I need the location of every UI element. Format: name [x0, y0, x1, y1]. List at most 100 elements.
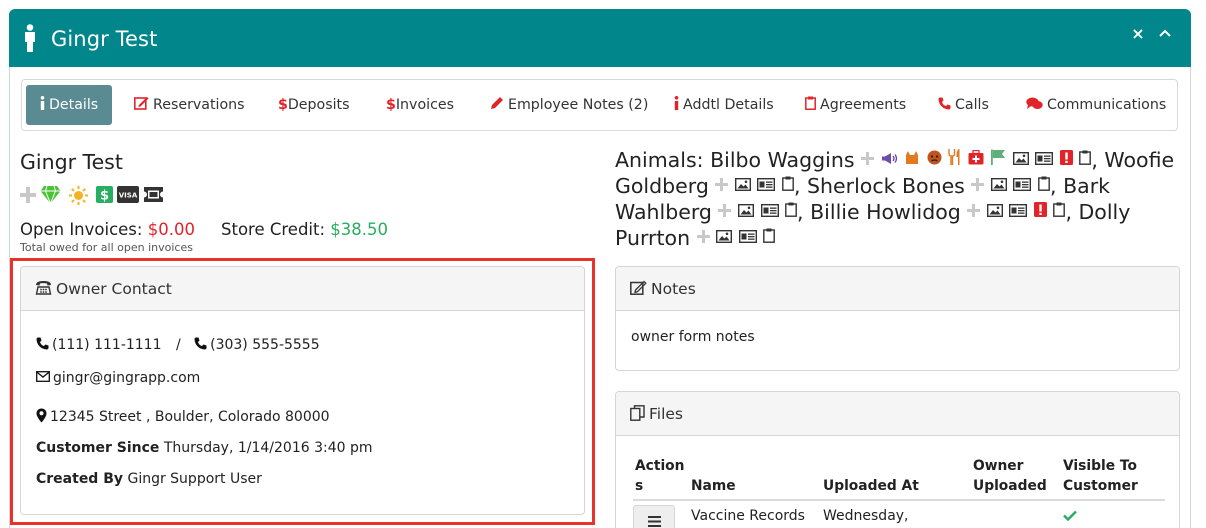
alert-icon: [1059, 150, 1073, 166]
clipboard-icon: [782, 176, 794, 191]
plus-icon[interactable]: [861, 152, 875, 166]
dollar-icon: $: [386, 97, 396, 113]
check-icon: [1063, 510, 1077, 521]
fork-knife-icon: [948, 149, 960, 166]
notes-panel: Notes owner form notes: [615, 266, 1180, 371]
animal-name[interactable]: Billie Howlidog: [810, 200, 961, 224]
animal-icons: [971, 172, 1050, 198]
image-icon: [986, 203, 1003, 217]
flag-icon: [991, 149, 1006, 166]
angry-face-icon: [927, 150, 942, 165]
info-icon: [674, 96, 679, 110]
tab-invoices[interactable]: $Invoices: [386, 85, 454, 125]
id-card-icon: [760, 203, 779, 217]
visa-icon: VISA: [117, 186, 139, 203]
column-header-owner-uploaded[interactable]: Owner Uploaded: [973, 456, 1053, 496]
tab-employee-notes[interactable]: Employee Notes (2): [490, 85, 648, 125]
image-icon: [734, 177, 751, 191]
plus-icon[interactable]: [967, 203, 981, 217]
info-icon: [40, 96, 45, 110]
animal-name[interactable]: Bilbo Waggins: [710, 148, 854, 172]
window-header: Gingr Test ×: [9, 9, 1191, 67]
animal-name[interactable]: Sherlock Bones: [807, 174, 965, 198]
clipboard-icon: [785, 202, 797, 217]
plus-icon[interactable]: [718, 203, 732, 217]
image-icon: [737, 203, 754, 217]
svg-text:$: $: [100, 189, 109, 204]
page-title: Gingr Test: [51, 27, 158, 51]
highlight-box: [10, 258, 595, 525]
owner-name: Gingr Test: [20, 150, 123, 174]
files-panel: Files Action s Name Uploaded At Owner Up…: [615, 391, 1180, 528]
animal-icons: [861, 146, 1092, 172]
files-header: Files: [616, 392, 1179, 436]
alert-icon: [1033, 201, 1047, 217]
animal-icons: [967, 198, 1066, 224]
edit-icon: [630, 280, 647, 295]
plus-icon[interactable]: [715, 177, 729, 191]
tab-bar: Details Reservations $Deposits $Invoices…: [21, 79, 1178, 131]
notes-title: Notes: [630, 280, 696, 298]
id-card-icon: [1013, 177, 1032, 191]
megaphone-icon: [881, 153, 897, 165]
tab-addtl-details[interactable]: Addtl Details: [674, 85, 774, 125]
tab-details[interactable]: Details: [26, 85, 113, 125]
svg-text:VISA: VISA: [119, 192, 138, 200]
column-header-uploaded-at[interactable]: Uploaded At: [823, 476, 919, 496]
sun-icon: [69, 186, 88, 205]
tab-reservations[interactable]: Reservations: [134, 85, 245, 125]
id-card-icon: [1009, 203, 1028, 217]
image-icon: [1012, 152, 1029, 166]
image-icon: [990, 177, 1007, 191]
column-header-actions[interactable]: Action s: [635, 456, 685, 496]
plus-icon[interactable]: [20, 187, 36, 203]
notes-header: Notes: [616, 267, 1179, 311]
files-icon: [630, 404, 645, 421]
animal-icons: [715, 172, 794, 198]
plus-icon[interactable]: [971, 177, 985, 191]
tab-agreements[interactable]: Agreements: [805, 85, 906, 125]
hamburger-icon: [648, 516, 661, 527]
open-invoices: Open Invoices: $0.00: [20, 220, 195, 239]
dollar-badge-icon: $: [96, 186, 113, 203]
clipboard-icon: [805, 96, 816, 110]
row-actions-button[interactable]: [633, 505, 675, 528]
person-icon: [25, 24, 35, 52]
medical-kit-icon: [968, 149, 984, 165]
store-credit-value: $38.50: [330, 220, 389, 239]
chat-icon: [1026, 97, 1043, 109]
id-card-icon: [738, 229, 757, 243]
phone-icon: [938, 97, 951, 109]
column-header-visible-to-customer[interactable]: Visible To Customer: [1063, 456, 1153, 496]
pencil-icon: [491, 97, 503, 109]
tab-deposits[interactable]: $Deposits: [278, 85, 350, 125]
clipboard-icon: [763, 228, 776, 243]
store-credit: Store Credit: $38.50: [221, 220, 389, 239]
image-icon: [716, 229, 733, 243]
notes-text: owner form notes: [631, 329, 755, 345]
animal-icons: [718, 198, 797, 224]
ticket-icon: [144, 187, 163, 202]
tab-communications[interactable]: Communications: [1026, 85, 1166, 125]
animals-list: Animals: Bilbo Waggins , Woofie Goldberg…: [615, 146, 1175, 250]
close-icon[interactable]: ×: [1130, 25, 1146, 43]
diamond-icon: [40, 185, 61, 204]
column-header-name[interactable]: Name: [691, 476, 736, 496]
file-name[interactable]: Vaccine Records: [691, 508, 805, 524]
tab-calls[interactable]: Calls: [938, 85, 989, 125]
animal-icons: [696, 224, 776, 250]
files-title: Files: [630, 404, 683, 423]
id-card-icon: [757, 177, 776, 191]
id-card-icon: [1035, 152, 1054, 166]
open-invoices-value: $0.00: [147, 220, 195, 239]
file-uploaded-at: Wednesday,: [823, 508, 909, 524]
edit-icon: [134, 97, 149, 110]
clipboard-icon: [1038, 176, 1050, 191]
dollar-icon: $: [278, 97, 288, 113]
cat-icon: [906, 151, 919, 165]
clipboard-icon: [1053, 202, 1066, 217]
chevron-up-icon[interactable]: [1157, 26, 1173, 42]
clipboard-icon: [1079, 150, 1092, 166]
plus-icon[interactable]: [696, 229, 710, 243]
owed-note: Total owed for all open invoices: [20, 241, 193, 254]
